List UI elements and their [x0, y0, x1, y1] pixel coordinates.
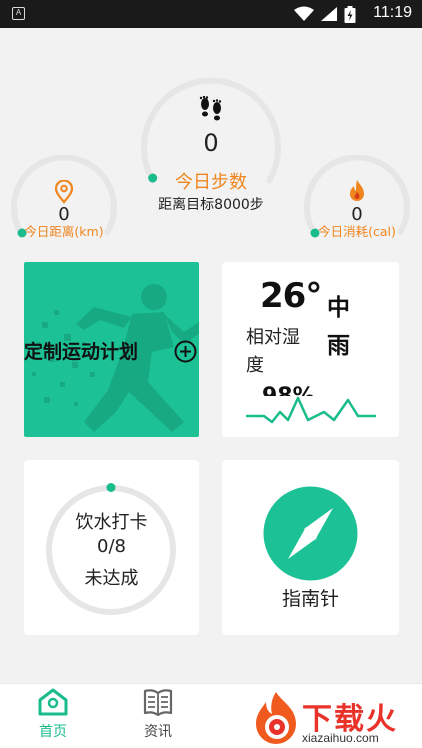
weather-condition-line1: 中 [327, 295, 350, 321]
custom-plan-card[interactable]: 定制运动计划 [24, 262, 199, 437]
watermark-url: xiazaihuo.com [302, 731, 379, 745]
nav-news[interactable]: 资讯 [118, 684, 198, 748]
water-progress-text: 0/8 [97, 536, 126, 557]
nav-news-label: 资讯 [144, 724, 172, 740]
location-pin-icon [54, 180, 74, 204]
steps-value: 0 [203, 129, 219, 157]
nav-home-label: 首页 [39, 724, 67, 740]
flame-logo-icon [256, 692, 296, 744]
book-icon [143, 689, 173, 716]
compass-card[interactable]: 指南针 [222, 460, 399, 635]
steps-gauge[interactable]: 0 今日步数 距离目标8000步 [136, 72, 286, 222]
home-icon [38, 688, 68, 716]
calories-label: 今日消耗(cal) [318, 224, 396, 239]
steps-label: 今日步数 [175, 172, 247, 193]
app-notification-icon: A [12, 7, 25, 20]
weather-temperature: 26° [260, 276, 322, 316]
water-status: 未达成 [84, 568, 139, 589]
weather-condition-line2: 雨 [327, 333, 350, 359]
nav-home[interactable]: 首页 [13, 684, 93, 748]
compass-icon [263, 486, 358, 581]
status-time: 11:19 [373, 4, 412, 21]
watermark: 下载火 xiazaihuo.com [250, 690, 422, 748]
distance-label: 今日距离(km) [24, 224, 104, 239]
water-checkin-card[interactable]: 饮水打卡 0/8 未达成 [24, 460, 199, 635]
weather-card[interactable]: 26° 中 雨 相对湿度 98% [222, 262, 399, 437]
humidity-label: 相对湿度 [246, 327, 300, 376]
steps-goal-text: 距离目标8000步 [158, 197, 264, 213]
battery-icon [344, 6, 356, 23]
humidity-wave-line [246, 396, 376, 424]
flame-icon [350, 180, 364, 201]
wifi-icon [294, 6, 314, 21]
add-circle-icon[interactable] [174, 340, 197, 363]
distance-gauge[interactable]: 0 今日距离(km) [10, 155, 118, 245]
status-bar: A 11:19 [0, 0, 422, 28]
signal-icon [321, 7, 337, 21]
compass-label: 指南针 [281, 588, 339, 610]
water-title: 饮水打卡 [75, 512, 148, 533]
custom-plan-label: 定制运动计划 [24, 341, 139, 363]
calories-gauge[interactable]: 0 今日消耗(cal) [303, 155, 411, 245]
footprints-icon [199, 96, 222, 121]
